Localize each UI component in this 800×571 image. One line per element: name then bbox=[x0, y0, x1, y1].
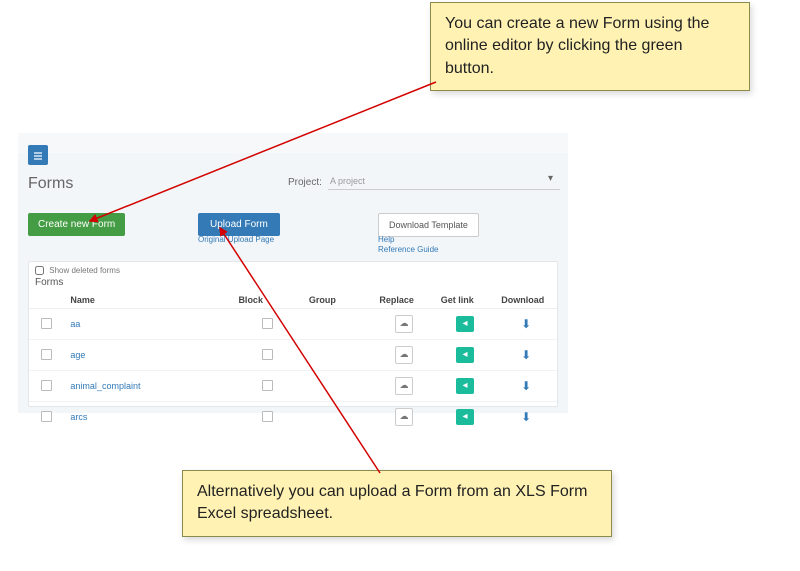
upload-form-button[interactable]: Upload Form bbox=[198, 213, 280, 236]
download-button[interactable]: ⬇ bbox=[521, 410, 531, 424]
upload-icon: ☁ bbox=[400, 411, 409, 421]
download-button[interactable]: ⬇ bbox=[521, 379, 531, 393]
get-link-button[interactable]: ◂ bbox=[456, 409, 474, 425]
replace-button[interactable]: ☁ bbox=[395, 346, 413, 364]
share-icon: ◂ bbox=[462, 349, 467, 360]
share-icon: ◂ bbox=[462, 318, 467, 329]
reference-guide-link[interactable]: Reference Guide bbox=[378, 245, 438, 254]
forms-list-panel: Show deleted forms Forms Name Block Grou… bbox=[28, 261, 558, 407]
col-get-link: Get link bbox=[435, 292, 496, 309]
page-title: Forms bbox=[28, 175, 73, 193]
original-upload-link[interactable]: Original Upload Page bbox=[198, 235, 274, 244]
show-deleted-checkbox[interactable] bbox=[35, 266, 44, 275]
download-button[interactable]: ⬇ bbox=[521, 317, 531, 331]
col-download: Download bbox=[495, 292, 557, 309]
table-row: animal_complaint ☁ ◂ ⬇ bbox=[29, 371, 557, 402]
block-checkbox[interactable] bbox=[262, 349, 273, 360]
form-name-link[interactable]: age bbox=[70, 350, 85, 360]
forms-table: Name Block Group Replace Get link Downlo… bbox=[29, 292, 557, 432]
block-checkbox[interactable] bbox=[262, 380, 273, 391]
download-template-button[interactable]: Download Template bbox=[378, 213, 479, 237]
forms-heading: Forms bbox=[35, 277, 63, 288]
form-name-link[interactable]: arcs bbox=[70, 412, 87, 422]
col-name: Name bbox=[64, 292, 232, 309]
screenshot-topbar bbox=[18, 133, 568, 153]
callout-create-form: You can create a new Form using the onli… bbox=[430, 2, 750, 91]
project-select[interactable] bbox=[328, 173, 560, 190]
callout-text: You can create a new Form using the onli… bbox=[445, 15, 709, 77]
get-link-button[interactable]: ◂ bbox=[456, 316, 474, 332]
callout-upload-form: Alternatively you can upload a Form from… bbox=[182, 470, 612, 537]
show-deleted-checkbox-label[interactable]: Show deleted forms bbox=[35, 266, 120, 275]
download-button[interactable]: ⬇ bbox=[521, 348, 531, 362]
replace-button[interactable]: ☁ bbox=[395, 377, 413, 395]
replace-button[interactable]: ☁ bbox=[395, 408, 413, 426]
replace-button[interactable]: ☁ bbox=[395, 315, 413, 333]
table-row: age ☁ ◂ ⬇ bbox=[29, 340, 557, 371]
row-checkbox[interactable] bbox=[41, 411, 52, 422]
share-icon: ◂ bbox=[462, 380, 467, 391]
get-link-button[interactable]: ◂ bbox=[456, 378, 474, 394]
upload-icon: ☁ bbox=[400, 349, 409, 359]
table-header-row: Name Block Group Replace Get link Downlo… bbox=[29, 292, 557, 309]
col-replace: Replace bbox=[373, 292, 434, 309]
upload-icon: ☁ bbox=[400, 318, 409, 328]
project-label: Project: bbox=[288, 177, 322, 188]
row-checkbox[interactable] bbox=[41, 380, 52, 391]
show-deleted-text: Show deleted forms bbox=[49, 266, 120, 275]
col-group: Group bbox=[303, 292, 374, 309]
table-row: arcs ☁ ◂ ⬇ bbox=[29, 402, 557, 433]
form-name-link[interactable]: aa bbox=[70, 319, 80, 329]
screenshot-panel: Forms Project: ▾ Create new Form Upload … bbox=[18, 133, 568, 413]
block-checkbox[interactable] bbox=[262, 411, 273, 422]
menu-button[interactable] bbox=[28, 145, 48, 165]
share-icon: ◂ bbox=[462, 411, 467, 422]
row-checkbox[interactable] bbox=[41, 318, 52, 329]
get-link-button[interactable]: ◂ bbox=[456, 347, 474, 363]
help-link[interactable]: Help bbox=[378, 235, 394, 244]
upload-icon: ☁ bbox=[400, 380, 409, 390]
block-checkbox[interactable] bbox=[262, 318, 273, 329]
row-checkbox[interactable] bbox=[41, 349, 52, 360]
project-dropdown-icon[interactable]: ▾ bbox=[548, 173, 553, 184]
form-name-link[interactable]: animal_complaint bbox=[70, 381, 140, 391]
col-block: Block bbox=[232, 292, 302, 309]
menu-icon bbox=[33, 150, 43, 160]
callout-text: Alternatively you can upload a Form from… bbox=[197, 483, 587, 522]
table-row: aa ☁ ◂ ⬇ bbox=[29, 309, 557, 340]
create-new-form-button[interactable]: Create new Form bbox=[28, 213, 125, 236]
